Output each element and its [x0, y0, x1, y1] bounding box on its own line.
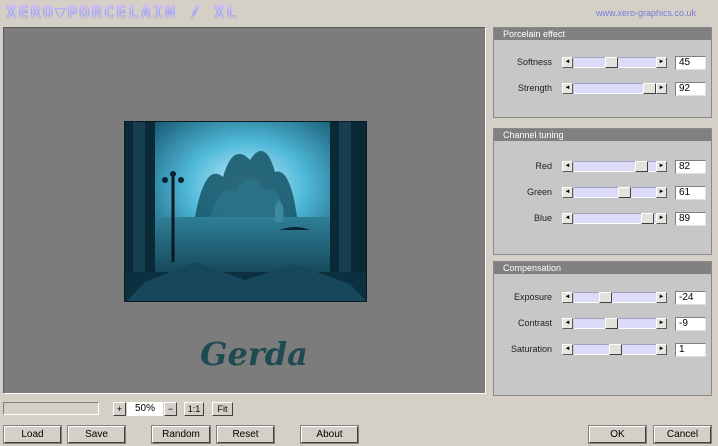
zoom-fit-button[interactable]: Fit: [212, 402, 233, 416]
slider-thumb[interactable]: [604, 318, 618, 329]
increase-arrow-button[interactable]: ►: [656, 344, 667, 355]
increase-arrow-button[interactable]: ►: [656, 161, 667, 172]
slider-row-contrast: Contrast ◄ ► -9: [494, 317, 713, 331]
slider-row-strength: Strength ◄ ► 92: [494, 82, 713, 96]
panel-title: Compensation: [494, 262, 711, 274]
slider-row-blue: Blue ◄ ► 89: [494, 212, 713, 226]
about-button[interactable]: About: [301, 426, 358, 443]
preview-area[interactable]: Gerda: [3, 27, 486, 394]
slider-row-green: Green ◄ ► 61: [494, 186, 713, 200]
decrease-arrow-button[interactable]: ◄: [562, 187, 573, 198]
xero-porcelain-logo: XERO▼PORCELAIN / XL: [5, 3, 238, 21]
saturation-value-field[interactable]: 1: [675, 343, 706, 357]
random-button[interactable]: Random: [152, 426, 210, 443]
signature-watermark: Gerda: [200, 335, 308, 373]
zoom-actual-size-button[interactable]: 1:1: [184, 402, 204, 416]
reset-button[interactable]: Reset: [217, 426, 274, 443]
site-url: www.xero-graphics.co.uk: [595, 8, 696, 18]
slider-thumb[interactable]: [635, 161, 649, 172]
slider-label: Green: [526, 187, 552, 197]
increase-arrow-button[interactable]: ►: [656, 83, 667, 94]
green-value-field[interactable]: 61: [675, 186, 706, 200]
exposure-value-field[interactable]: -24: [675, 291, 706, 305]
increase-arrow-button[interactable]: ►: [656, 318, 667, 329]
ok-button[interactable]: OK: [589, 426, 646, 443]
slider-label: Blue: [533, 213, 552, 223]
softness-slider-track[interactable]: [574, 57, 656, 68]
blue-value-field[interactable]: 89: [675, 212, 706, 226]
slider-row-saturation: Saturation ◄ ► 1: [494, 343, 713, 357]
slider-row-exposure: Exposure ◄ ► -24: [494, 291, 713, 305]
decrease-arrow-button[interactable]: ◄: [562, 57, 573, 68]
slider-thumb[interactable]: [643, 83, 657, 94]
slider-label: Exposure: [513, 292, 552, 302]
decrease-arrow-button[interactable]: ◄: [562, 344, 573, 355]
slider-thumb[interactable]: [599, 292, 613, 303]
increase-arrow-button[interactable]: ►: [656, 213, 667, 224]
panel-title: Porcelain effect: [494, 28, 711, 40]
softness-value-field[interactable]: 45: [675, 56, 706, 70]
slider-row-red: Red ◄ ► 82: [494, 160, 713, 174]
preview-image: [124, 121, 367, 302]
strength-value-field[interactable]: 92: [675, 82, 706, 96]
slider-label: Strength: [517, 83, 552, 93]
panel-title: Channel tuning: [494, 129, 711, 141]
slider-thumb[interactable]: [609, 344, 622, 355]
slider-thumb[interactable]: [604, 57, 618, 68]
increase-arrow-button[interactable]: ►: [656, 292, 667, 303]
panel-channel-tuning: Channel tuning Red ◄ ► 82 Green ◄ ► 61 B…: [493, 128, 712, 255]
exposure-slider-track[interactable]: [574, 292, 656, 303]
decrease-arrow-button[interactable]: ◄: [562, 292, 573, 303]
blue-slider-track[interactable]: [574, 213, 656, 224]
contrast-value-field[interactable]: -9: [675, 317, 706, 331]
decrease-arrow-button[interactable]: ◄: [562, 83, 573, 94]
fantasy-scene-image: [125, 122, 366, 301]
cancel-button[interactable]: Cancel: [654, 426, 711, 443]
red-value-field[interactable]: 82: [675, 160, 706, 174]
red-slider-track[interactable]: [574, 161, 656, 172]
slider-thumb[interactable]: [640, 213, 654, 224]
progress-field: [3, 402, 99, 415]
slider-label: Softness: [516, 57, 552, 67]
decrease-arrow-button[interactable]: ◄: [562, 318, 573, 329]
contrast-slider-track[interactable]: [574, 318, 656, 329]
increase-arrow-button[interactable]: ►: [656, 187, 667, 198]
logo-text: XERO▼PORCELAIN / XL: [6, 3, 238, 21]
slider-label: Saturation: [510, 344, 552, 354]
load-button[interactable]: Load: [4, 426, 61, 443]
slider-thumb[interactable]: [618, 187, 632, 198]
slider-row-softness: Softness ◄ ► 45: [494, 56, 713, 70]
slider-label: Contrast: [517, 318, 552, 328]
zoom-out-button[interactable]: −: [164, 402, 177, 416]
panel-compensation: Compensation Exposure ◄ ► -24 Contrast ◄…: [493, 261, 712, 396]
decrease-arrow-button[interactable]: ◄: [562, 213, 573, 224]
strength-slider-track[interactable]: [574, 83, 657, 94]
decrease-arrow-button[interactable]: ◄: [562, 161, 573, 172]
save-button[interactable]: Save: [68, 426, 125, 443]
green-slider-track[interactable]: [574, 187, 656, 198]
slider-label: Red: [535, 161, 552, 171]
title-bar: XERO▼PORCELAIN / XL www.xero-graphics.co…: [0, 0, 718, 24]
saturation-slider-track[interactable]: [574, 344, 656, 355]
zoom-in-button[interactable]: +: [113, 402, 126, 416]
signature-text: Gerda: [200, 335, 308, 373]
increase-arrow-button[interactable]: ►: [656, 57, 667, 68]
zoom-level: 50%: [127, 402, 163, 416]
panel-porcelain-effect: Porcelain effect Softness ◄ ► 45 Strengt…: [493, 27, 712, 118]
